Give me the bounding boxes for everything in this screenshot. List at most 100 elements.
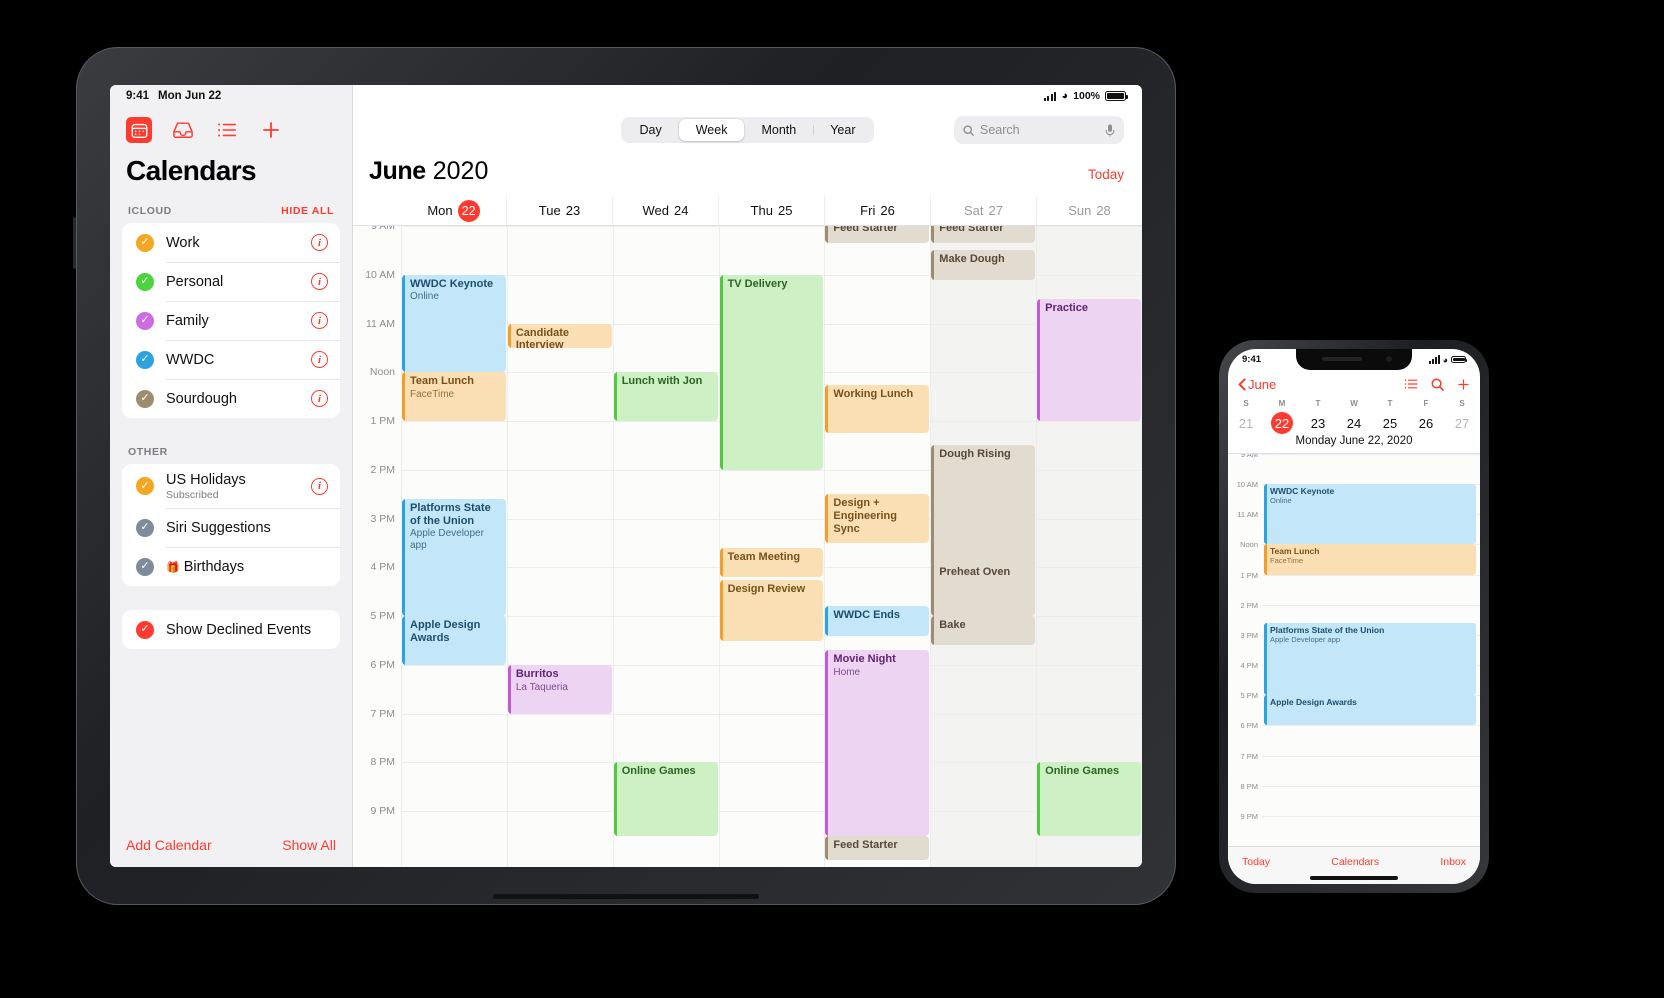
- calendar-list-item[interactable]: ✓ Family i: [122, 301, 340, 340]
- calendar-icon[interactable]: [126, 117, 152, 143]
- list-icon[interactable]: [1404, 378, 1418, 390]
- show-declined-events-row[interactable]: ✓ Show Declined Events: [122, 610, 340, 649]
- calendar-list-item[interactable]: ✓ US Holidays Subscribed i: [122, 464, 340, 508]
- calendar-list-item[interactable]: ✓ 🎁 Birthdays: [122, 547, 340, 586]
- calendar-grid[interactable]: 9 AM 10 AM 11 AM Noon 1 PM 2 PM 3 PM 4 PM 5 PM 6 …: [353, 226, 1142, 867]
- plus-icon[interactable]: [1457, 378, 1470, 391]
- day-header-thu[interactable]: Thu 25: [718, 196, 824, 225]
- date-cell[interactable]: 25: [1372, 411, 1408, 435]
- calendar-event[interactable]: Lunch with Jon: [613, 372, 718, 422]
- calendar-color-checkbox[interactable]: ✓: [136, 518, 154, 537]
- calendar-color-checkbox[interactable]: ✓: [136, 350, 154, 369]
- event-title: Apple Design Awards: [410, 619, 481, 644]
- info-icon[interactable]: i: [311, 477, 328, 495]
- calendar-color-checkbox[interactable]: ✓: [136, 557, 154, 576]
- search-field[interactable]: Search: [954, 116, 1124, 144]
- calendar-color-checkbox[interactable]: ✓: [136, 311, 154, 330]
- tab-calendars[interactable]: Calendars: [1331, 856, 1379, 868]
- add-calendar-button[interactable]: Add Calendar: [126, 837, 212, 853]
- microphone-icon[interactable]: [1105, 123, 1115, 137]
- calendar-list-item[interactable]: ✓ WWDC i: [122, 340, 340, 379]
- calendar-event[interactable]: Design Review: [719, 579, 824, 641]
- other-label: OTHER: [128, 446, 168, 458]
- date-cell[interactable]: 22: [1264, 411, 1300, 435]
- calendar-list-item[interactable]: ✓ Personal i: [122, 262, 340, 301]
- calendar-event[interactable]: Preheat Oven: [931, 562, 1036, 617]
- calendar-event[interactable]: Team Meeting: [719, 547, 824, 578]
- segment-week[interactable]: Week: [678, 119, 745, 141]
- calendar-event[interactable]: WWDC Keynote Online: [402, 274, 506, 373]
- calendar-color-checkbox[interactable]: ✓: [136, 389, 154, 408]
- calendar-list-item[interactable]: ✓ Work i: [122, 223, 340, 262]
- day-name: Sun: [1068, 203, 1092, 218]
- iphone-day-grid[interactable]: 9 AM 10 AM 11 AM Noon 1 PM 2 PM 3 PM 4 PM 5 PM 6 …: [1228, 454, 1480, 846]
- calendar-event[interactable]: Practice: [1037, 299, 1141, 422]
- calendar-name: Family: [166, 313, 209, 329]
- ipad-volume-button[interactable]: [73, 217, 76, 269]
- info-icon[interactable]: i: [311, 273, 328, 290]
- date-cell[interactable]: 21: [1228, 411, 1264, 435]
- segment-month[interactable]: Month: [744, 119, 813, 141]
- plus-icon[interactable]: [258, 117, 284, 143]
- today-button[interactable]: Today: [1088, 167, 1124, 182]
- calendar-event[interactable]: Apple Design Awards: [1264, 695, 1476, 726]
- calendar-event[interactable]: Team Lunch FaceTime: [402, 372, 506, 422]
- calendar-event[interactable]: Burritos La Taqueria: [507, 664, 612, 714]
- day-name: Wed: [642, 203, 670, 218]
- date-cell[interactable]: 24: [1336, 411, 1372, 435]
- info-icon[interactable]: i: [311, 390, 328, 407]
- info-icon[interactable]: i: [311, 312, 328, 329]
- day-header-mon[interactable]: Mon 22: [401, 196, 506, 225]
- calendar-color-checkbox[interactable]: ✓: [136, 233, 154, 252]
- calendar-list-item[interactable]: ✓ Sourdough i: [122, 379, 340, 418]
- calendar-event[interactable]: Design + Engineering Sync: [825, 494, 930, 543]
- show-all-button[interactable]: Show All: [282, 837, 336, 853]
- tab-today[interactable]: Today: [1242, 856, 1270, 868]
- tab-inbox[interactable]: Inbox: [1440, 856, 1466, 868]
- hide-all-button[interactable]: HIDE ALL: [281, 205, 334, 217]
- calendar-event[interactable]: Online Games: [613, 762, 718, 836]
- hour-gridline: [401, 762, 1142, 764]
- iphone-date-strip[interactable]: 21 22 23 24 25 26 27: [1228, 411, 1480, 435]
- calendar-event[interactable]: WWDC Keynote Online: [1264, 484, 1476, 545]
- calendar-color-checkbox[interactable]: ✓: [136, 272, 154, 291]
- day-name: Tue: [538, 203, 561, 218]
- day-header-fri[interactable]: Fri 26: [824, 196, 930, 225]
- day-header-tue[interactable]: Tue 23: [506, 196, 612, 225]
- calendar-event[interactable]: Feed Starter: [825, 226, 930, 244]
- calendar-event[interactable]: Platforms State of the Union Apple Develo…: [402, 499, 506, 617]
- event-title: Feed Starter: [833, 838, 898, 851]
- day-header-sat[interactable]: Sat 27: [930, 196, 1036, 225]
- date-number: 27: [1454, 415, 1470, 431]
- date-cell[interactable]: 27: [1444, 411, 1480, 435]
- info-icon[interactable]: i: [311, 351, 328, 368]
- inbox-icon[interactable]: [170, 117, 196, 143]
- calendar-color-checkbox[interactable]: ✓: [136, 477, 154, 495]
- ipad-screen: 9:41 Mon Jun 22 ◕ 100% Calendars ICLOUD …: [110, 85, 1142, 867]
- calendar-event[interactable]: Online Games: [1037, 762, 1141, 836]
- calendar-event[interactable]: WWDC Ends: [825, 606, 930, 636]
- segment-year[interactable]: Year: [813, 119, 872, 141]
- calendar-event[interactable]: Make Dough: [931, 250, 1036, 280]
- day-header-wed[interactable]: Wed 24: [612, 196, 718, 225]
- search-icon[interactable]: [1431, 378, 1444, 391]
- segment-day[interactable]: Day: [623, 119, 679, 141]
- date-cell[interactable]: 23: [1300, 411, 1336, 435]
- calendar-event[interactable]: Feed Starter: [931, 226, 1036, 244]
- day-header-sun[interactable]: Sun 28: [1036, 196, 1142, 225]
- calendar-event[interactable]: TV Delivery: [719, 274, 824, 470]
- calendar-event[interactable]: Working Lunch: [825, 384, 930, 434]
- calendar-event[interactable]: Candidate Interview: [507, 323, 612, 348]
- back-to-june-button[interactable]: June: [1238, 377, 1276, 392]
- info-icon[interactable]: i: [311, 234, 328, 251]
- calendar-event[interactable]: Movie Night Home: [825, 650, 930, 836]
- calendar-event[interactable]: Platforms State of the Union Apple Develo…: [1264, 622, 1476, 696]
- calendar-list-item[interactable]: ✓ Siri Suggestions: [122, 508, 340, 547]
- calendar-event[interactable]: Bake: [931, 616, 1036, 646]
- list-icon[interactable]: [214, 117, 240, 143]
- calendar-event[interactable]: Apple Design Awards: [402, 616, 506, 665]
- calendar-name: WWDC: [166, 352, 214, 368]
- date-cell[interactable]: 26: [1408, 411, 1444, 435]
- calendar-event[interactable]: Team Lunch FaceTime: [1264, 544, 1476, 575]
- calendar-event[interactable]: Feed Starter: [825, 835, 930, 860]
